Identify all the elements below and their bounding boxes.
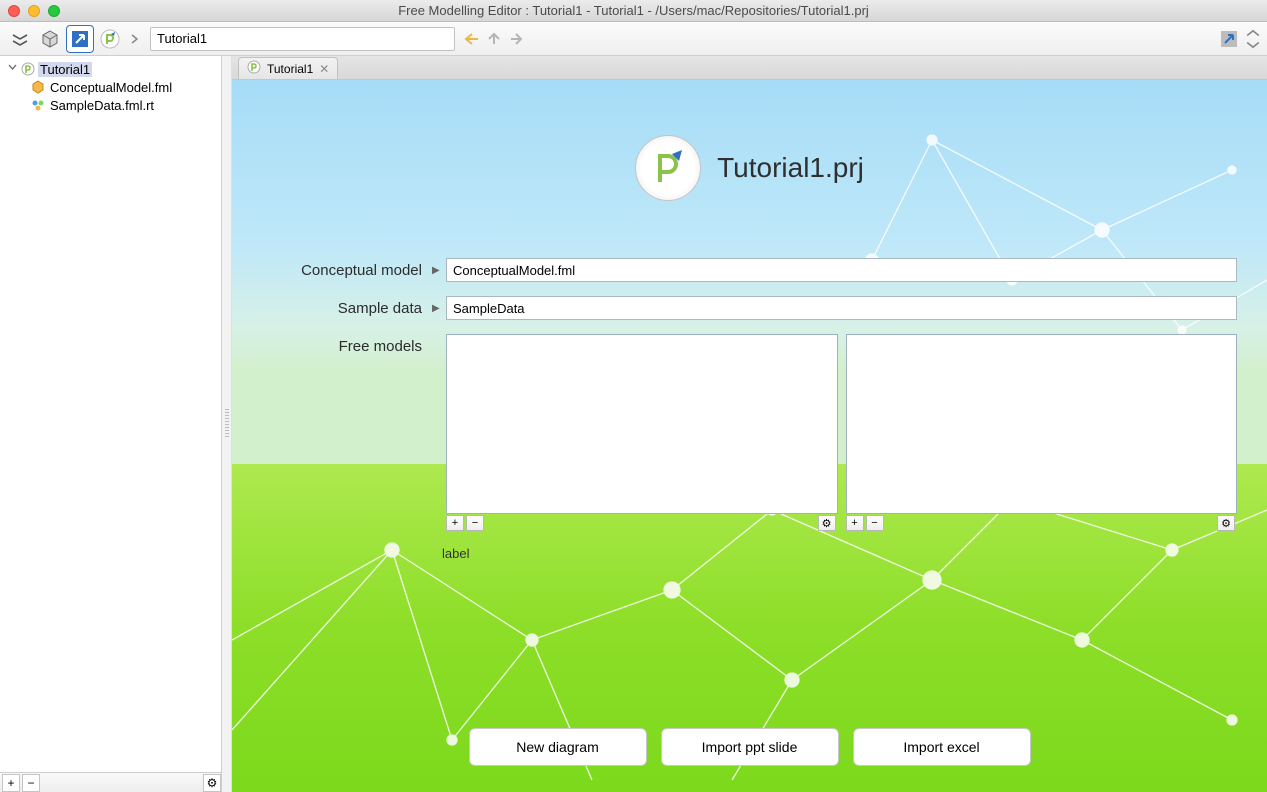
tree-item-label: SampleData.fml.rt — [48, 98, 156, 113]
tab-icon — [247, 60, 261, 77]
list-settings-button[interactable]: ⚙ — [1217, 515, 1235, 531]
window-title: Free Modelling Editor : Tutorial1 - Tuto… — [0, 3, 1267, 18]
import-excel-button[interactable]: Import excel — [853, 728, 1031, 766]
tree-settings-button[interactable]: ⚙ — [203, 774, 221, 792]
action-bar: New diagram Import ppt slide Import exce… — [232, 728, 1267, 766]
tree-add-button[interactable]: + — [2, 774, 20, 792]
conceptual-model-input[interactable] — [446, 258, 1237, 282]
content-front: Tutorial1.prj Conceptual model ▶ Sample … — [232, 80, 1267, 792]
free-models-list-right: + − ⚙ — [846, 334, 1238, 532]
main-area: Tutorial1 ConceptualModel.fml SampleData… — [0, 56, 1267, 792]
free-models-list-left: + − ⚙ — [446, 334, 838, 532]
dropdown-toggle-icon[interactable] — [6, 25, 34, 53]
project-form: Conceptual model ▶ Sample data ▶ — [262, 258, 1237, 561]
nav-up-button[interactable] — [485, 30, 503, 48]
tree-root-row[interactable]: Tutorial1 — [0, 60, 221, 78]
window-titlebar: Free Modelling Editor : Tutorial1 - Tuto… — [0, 0, 1267, 22]
expand-field-icon[interactable]: ▶ — [432, 303, 442, 314]
list-remove-button[interactable]: − — [466, 515, 484, 531]
data-icon — [30, 97, 46, 113]
tree-item-conceptual-model[interactable]: ConceptualModel.fml — [0, 78, 221, 96]
sample-data-input[interactable] — [446, 296, 1237, 320]
list-add-button[interactable]: + — [446, 515, 464, 531]
editor-tab-tutorial1[interactable]: Tutorial1 ✕ — [238, 57, 338, 79]
tree-item-sample-data[interactable]: SampleData.fml.rt — [0, 96, 221, 114]
breadcrumb-input[interactable] — [150, 27, 455, 51]
listbox-area[interactable] — [846, 334, 1238, 514]
expand-pane-icon[interactable] — [1215, 25, 1243, 53]
editor-tabstrip: Tutorial1 ✕ — [232, 56, 1267, 80]
arrow-launch-icon[interactable] — [66, 25, 94, 53]
under-label: label — [442, 546, 1237, 561]
conceptual-model-label: Conceptual model — [262, 258, 432, 279]
tree-item-label: ConceptualModel.fml — [48, 80, 174, 95]
collapse-toggle-icon[interactable] — [1245, 25, 1261, 53]
editor-content: Tutorial1.prj Conceptual model ▶ Sample … — [232, 80, 1267, 792]
breadcrumb-separator-icon — [126, 30, 144, 48]
row-conceptual-model: Conceptual model ▶ — [262, 258, 1237, 282]
nav-arrows — [463, 30, 525, 48]
expand-toggle-icon[interactable] — [6, 63, 18, 75]
hero-title: Tutorial1.prj — [717, 152, 864, 184]
listbox-area[interactable] — [446, 334, 838, 514]
tab-label: Tutorial1 — [267, 62, 313, 76]
nav-back-button[interactable] — [463, 30, 481, 48]
tree-remove-button[interactable]: − — [22, 774, 40, 792]
project-tree[interactable]: Tutorial1 ConceptualModel.fml SampleData… — [0, 56, 221, 772]
sample-data-label: Sample data — [262, 296, 432, 317]
project-sidebar: Tutorial1 ConceptualModel.fml SampleData… — [0, 56, 222, 792]
editor-area: Tutorial1 ✕ — [232, 56, 1267, 792]
tree-root-label: Tutorial1 — [38, 62, 92, 77]
cube-icon[interactable] — [36, 25, 64, 53]
hero: Tutorial1.prj — [262, 108, 1237, 228]
expand-field-icon[interactable]: ▶ — [432, 265, 442, 276]
project-icon — [20, 61, 36, 77]
import-ppt-button[interactable]: Import ppt slide — [661, 728, 839, 766]
nav-forward-button[interactable] — [507, 30, 525, 48]
list-settings-button[interactable]: ⚙ — [818, 515, 836, 531]
main-toolbar — [0, 22, 1267, 56]
new-diagram-button[interactable]: New diagram — [469, 728, 647, 766]
row-sample-data: Sample data ▶ — [262, 296, 1237, 320]
tab-close-button[interactable]: ✕ — [319, 62, 329, 76]
project-logo-icon — [635, 135, 701, 201]
model-icon — [30, 79, 46, 95]
project-logo-icon[interactable] — [96, 25, 124, 53]
sidebar-footer: + − ⚙ — [0, 772, 221, 792]
row-free-models: Free models + − ⚙ — [262, 334, 1237, 532]
free-models-label: Free models — [262, 334, 432, 355]
list-remove-button[interactable]: − — [866, 515, 884, 531]
list-add-button[interactable]: + — [846, 515, 864, 531]
vertical-splitter[interactable] — [222, 56, 232, 792]
